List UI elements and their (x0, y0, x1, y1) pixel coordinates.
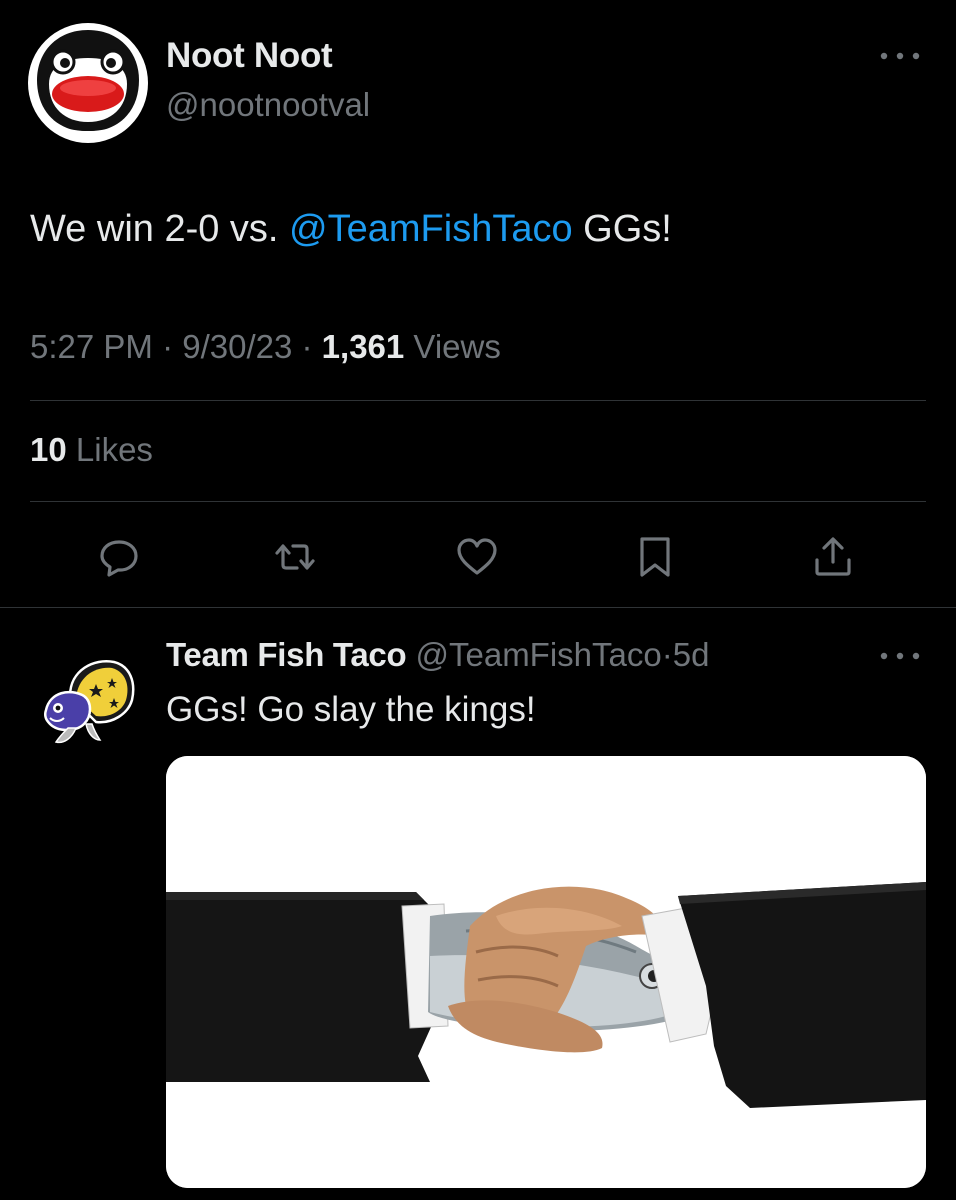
views-count: 1,361 (321, 328, 405, 365)
divider (0, 607, 956, 608)
reply-icon (100, 540, 138, 577)
reply-author-name[interactable]: Team Fish Taco (166, 636, 407, 673)
bookmark-icon (640, 537, 670, 577)
reply-text: GGs! Go slay the kings! (166, 690, 536, 729)
handshake-fish-image (166, 756, 926, 1188)
more-options-icon[interactable] (876, 46, 924, 66)
fish-taco-logo-icon (43, 660, 135, 744)
reply-media-image[interactable] (166, 756, 926, 1188)
retweet-button[interactable] (272, 534, 318, 580)
likes-summary[interactable]: 10 Likes (30, 431, 153, 469)
divider (30, 400, 926, 401)
retweet-icon (275, 544, 315, 570)
reply-separator: · (661, 636, 673, 673)
like-button[interactable] (454, 534, 500, 580)
views-label: Views (404, 328, 501, 365)
heart-icon (457, 538, 497, 575)
reply-author-avatar[interactable] (36, 652, 140, 752)
penguin-avatar-icon (28, 23, 148, 143)
reply-button[interactable] (96, 534, 142, 580)
tweet-text: We win 2-0 vs. @TeamFishTaco GGs! (30, 208, 672, 251)
meta-separator: · (152, 328, 183, 365)
reply-author-handle[interactable]: @TeamFishTaco (415, 636, 661, 673)
more-options-icon[interactable] (876, 646, 924, 666)
tweet-text-part: GGs! (572, 208, 672, 250)
author-handle[interactable]: @nootnootval (166, 86, 370, 124)
tweet-text-part: We win 2-0 vs. (30, 208, 290, 250)
reply-header: Team Fish Taco @TeamFishTaco·5d (166, 636, 709, 674)
divider (30, 501, 926, 502)
author-avatar[interactable] (27, 22, 149, 144)
share-button[interactable] (810, 534, 856, 580)
share-icon (815, 537, 851, 576)
reply-age[interactable]: 5d (673, 636, 710, 673)
tweet-date[interactable]: 9/30/23 (182, 328, 292, 365)
author-name[interactable]: Noot Noot (166, 36, 333, 76)
tweet-time[interactable]: 5:27 PM (30, 328, 153, 365)
bookmark-button[interactable] (632, 534, 678, 580)
mention-link[interactable]: @TeamFishTaco (289, 208, 573, 250)
tweet-metadata: 5:27 PM · 9/30/23 · 1,361 Views (30, 328, 501, 366)
likes-count: 10 (30, 431, 67, 468)
meta-separator: · (292, 328, 322, 365)
likes-label: Likes (66, 431, 153, 468)
